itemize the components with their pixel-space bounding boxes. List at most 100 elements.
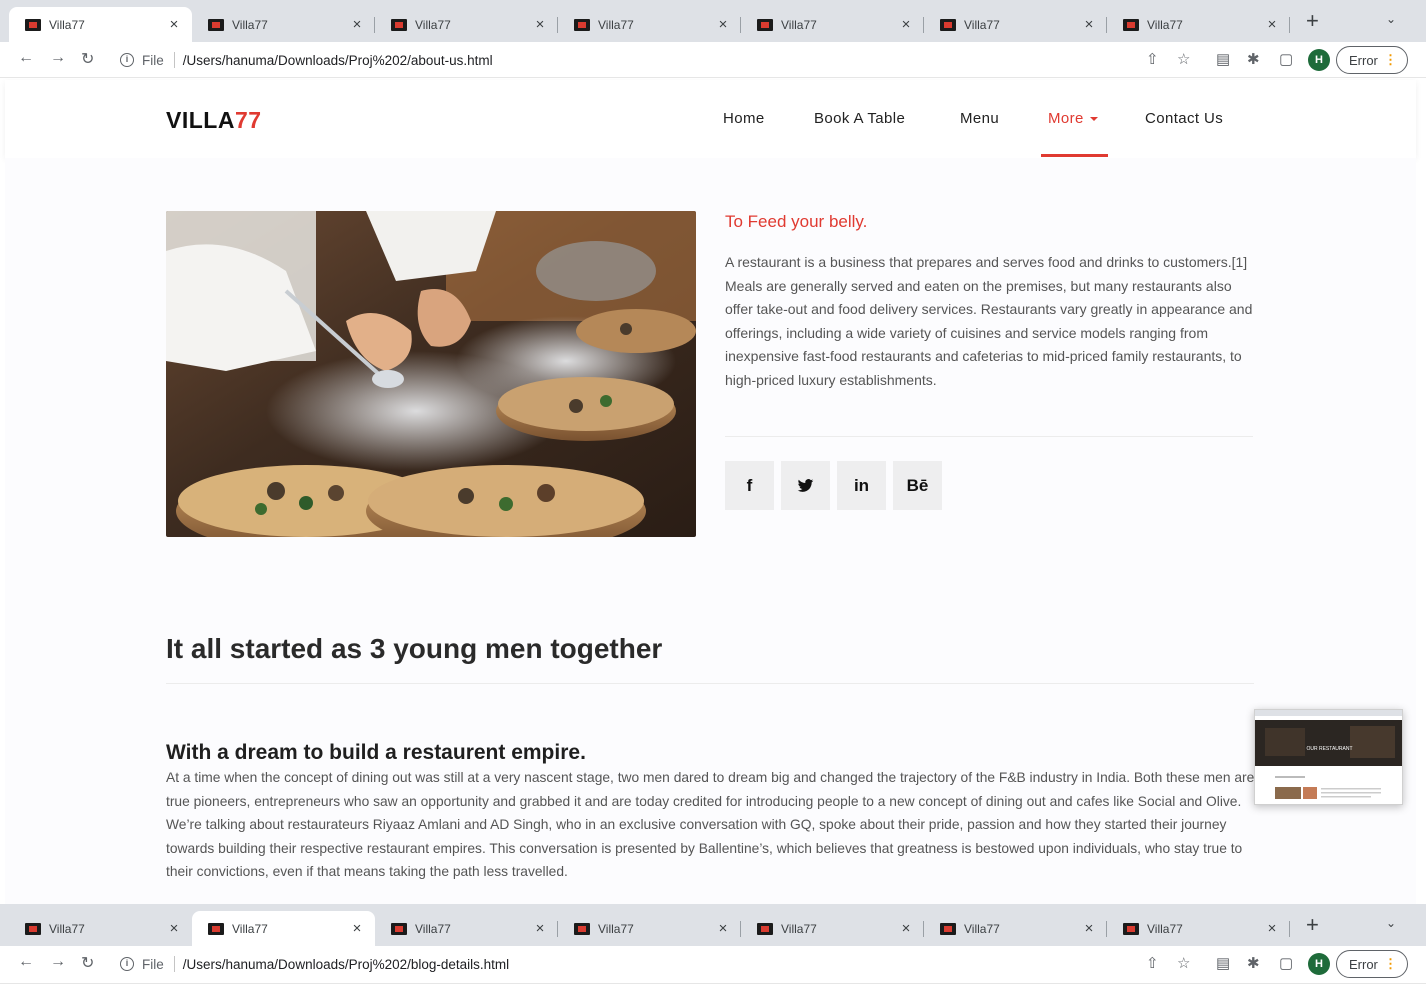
browser-tab[interactable]: Villa77 ×	[924, 7, 1107, 42]
kebab-menu-icon: ⋮	[1384, 52, 1397, 67]
reload-icon[interactable]: ↻	[81, 49, 94, 69]
close-tab-icon[interactable]: ×	[715, 920, 731, 937]
story-body: At a time when the concept of dining out…	[166, 770, 1255, 879]
site-favicon-icon	[574, 922, 590, 935]
close-tab-icon[interactable]: ×	[1081, 920, 1097, 937]
twitter-bird-icon	[797, 479, 814, 492]
tab-title: Villa77	[232, 17, 268, 32]
back-arrow-icon[interactable]: ←	[18, 953, 34, 971]
browser-tab[interactable]: Villa77 ×	[558, 7, 741, 42]
bookmark-star-icon[interactable]: ☆	[1177, 50, 1190, 68]
browser-tab[interactable]: Villa77 ×	[741, 7, 924, 42]
behance-button[interactable]: Bē	[893, 461, 942, 510]
site-favicon-icon	[1123, 922, 1139, 935]
site-favicon-icon	[757, 18, 773, 31]
address-bar[interactable]: i File /Users/hanuma/Downloads/Proj%202/…	[108, 45, 1133, 75]
browser-tab[interactable]: Villa77 ×	[375, 7, 558, 42]
browser-tab[interactable]: Villa77 ×	[375, 911, 558, 946]
side-panel-icon[interactable]: ▢	[1279, 954, 1293, 972]
error-menu-button[interactable]: Error ⋮	[1336, 950, 1408, 978]
close-tab-icon[interactable]: ×	[1081, 16, 1097, 33]
close-tab-icon[interactable]: ×	[1264, 16, 1280, 33]
caret-down-icon	[1089, 117, 1098, 122]
error-menu-button[interactable]: Error ⋮	[1336, 46, 1408, 74]
page-preview-thumbnail[interactable]: OUR RESTAURANT	[1254, 709, 1403, 805]
tab-title: Villa77	[598, 17, 634, 32]
reading-list-icon[interactable]: ▤	[1216, 954, 1230, 972]
site-favicon-icon	[391, 18, 407, 31]
tab-strip: Villa77 × Villa77 × Villa77 × Villa77 × …	[0, 904, 1426, 946]
close-tab-icon[interactable]: ×	[898, 16, 914, 33]
close-tab-icon[interactable]: ×	[532, 920, 548, 937]
site-logo[interactable]: VILLA77	[166, 107, 262, 134]
info-icon[interactable]: i	[120, 53, 134, 67]
address-bar[interactable]: i File /Users/hanuma/Downloads/Proj%202/…	[108, 949, 1133, 979]
scheme-label: File	[142, 956, 164, 972]
preview-banner-text: OUR RESTAURANT	[1306, 746, 1352, 752]
forward-arrow-icon[interactable]: →	[50, 49, 66, 67]
side-panel-icon[interactable]: ▢	[1279, 50, 1293, 68]
extensions-puzzle-icon[interactable]: ✱	[1247, 50, 1260, 68]
nav-menu[interactable]: Menu	[960, 110, 999, 127]
tab-separator	[1289, 17, 1290, 33]
browser-tab[interactable]: Villa77 ×	[9, 911, 192, 946]
nav-home[interactable]: Home	[723, 110, 765, 127]
close-tab-icon[interactable]: ×	[166, 16, 182, 33]
info-icon[interactable]: i	[120, 957, 134, 971]
facebook-icon: f	[746, 475, 753, 495]
forward-arrow-icon[interactable]: →	[50, 953, 66, 971]
browser-tab[interactable]: Villa77 ×	[192, 911, 375, 946]
error-label: Error	[1349, 52, 1378, 68]
nav-book-a-table[interactable]: Book A Table	[814, 110, 905, 127]
browser-tab[interactable]: Villa77 ×	[558, 911, 741, 946]
tab-title: Villa77	[1147, 921, 1183, 936]
behance-icon: Bē	[906, 475, 929, 495]
tab-search-chevron-icon[interactable]: ⌄	[1386, 916, 1396, 930]
preview-screenshot-graphic: OUR RESTAURANT	[1255, 710, 1402, 804]
site-favicon-icon	[208, 922, 224, 935]
chef-plating-illustration	[166, 211, 696, 537]
close-tab-icon[interactable]: ×	[898, 920, 914, 937]
browser-tab[interactable]: Villa77 ×	[924, 911, 1107, 946]
browser-tab[interactable]: Villa77 ×	[1107, 911, 1290, 946]
site-header: VILLA77 Home Book A Table Menu More Cont…	[5, 80, 1416, 158]
story-heading: It all started as 3 young men together	[166, 633, 663, 664]
new-tab-plus-icon[interactable]: +	[1306, 914, 1319, 936]
linkedin-icon: in	[853, 475, 870, 495]
browser-tab[interactable]: Villa77 ×	[1107, 7, 1290, 42]
twitter-button[interactable]	[781, 461, 830, 510]
profile-avatar[interactable]: H	[1308, 953, 1330, 975]
scheme-label: File	[142, 52, 164, 68]
close-tab-icon[interactable]: ×	[715, 16, 731, 33]
nav-more-label: More	[1048, 110, 1084, 127]
close-tab-icon[interactable]: ×	[1264, 920, 1280, 937]
tab-title: Villa77	[1147, 17, 1183, 32]
back-arrow-icon[interactable]: ←	[18, 49, 34, 67]
browser-tab[interactable]: Villa77 ×	[741, 911, 924, 946]
share-icon[interactable]: ⇧	[1146, 50, 1159, 68]
tab-title: Villa77	[964, 17, 1000, 32]
browser-tab[interactable]: Villa77 ×	[192, 7, 375, 42]
close-tab-icon[interactable]: ×	[349, 920, 365, 937]
tab-title: Villa77	[232, 921, 268, 936]
reading-list-icon[interactable]: ▤	[1216, 50, 1230, 68]
tab-search-chevron-icon[interactable]: ⌄	[1386, 12, 1396, 26]
new-tab-plus-icon[interactable]: +	[1306, 10, 1319, 32]
browser-toolbar: ← → ↻ i File /Users/hanuma/Downloads/Pro…	[0, 42, 1426, 78]
close-tab-icon[interactable]: ×	[166, 920, 182, 937]
tab-title: Villa77	[49, 17, 85, 32]
scheme-divider	[173, 52, 175, 68]
extensions-puzzle-icon[interactable]: ✱	[1247, 954, 1260, 972]
facebook-button[interactable]: f	[725, 461, 774, 510]
share-icon[interactable]: ⇧	[1146, 954, 1159, 972]
profile-avatar[interactable]: H	[1308, 49, 1330, 71]
tab-title: Villa77	[598, 921, 634, 936]
nav-contact-us[interactable]: Contact Us	[1145, 110, 1223, 127]
nav-more-dropdown[interactable]: More	[1048, 110, 1098, 127]
browser-tab[interactable]: Villa77 ×	[9, 7, 192, 42]
bookmark-star-icon[interactable]: ☆	[1177, 954, 1190, 972]
close-tab-icon[interactable]: ×	[349, 16, 365, 33]
close-tab-icon[interactable]: ×	[532, 16, 548, 33]
linkedin-button[interactable]: in	[837, 461, 886, 510]
reload-icon[interactable]: ↻	[81, 953, 94, 973]
